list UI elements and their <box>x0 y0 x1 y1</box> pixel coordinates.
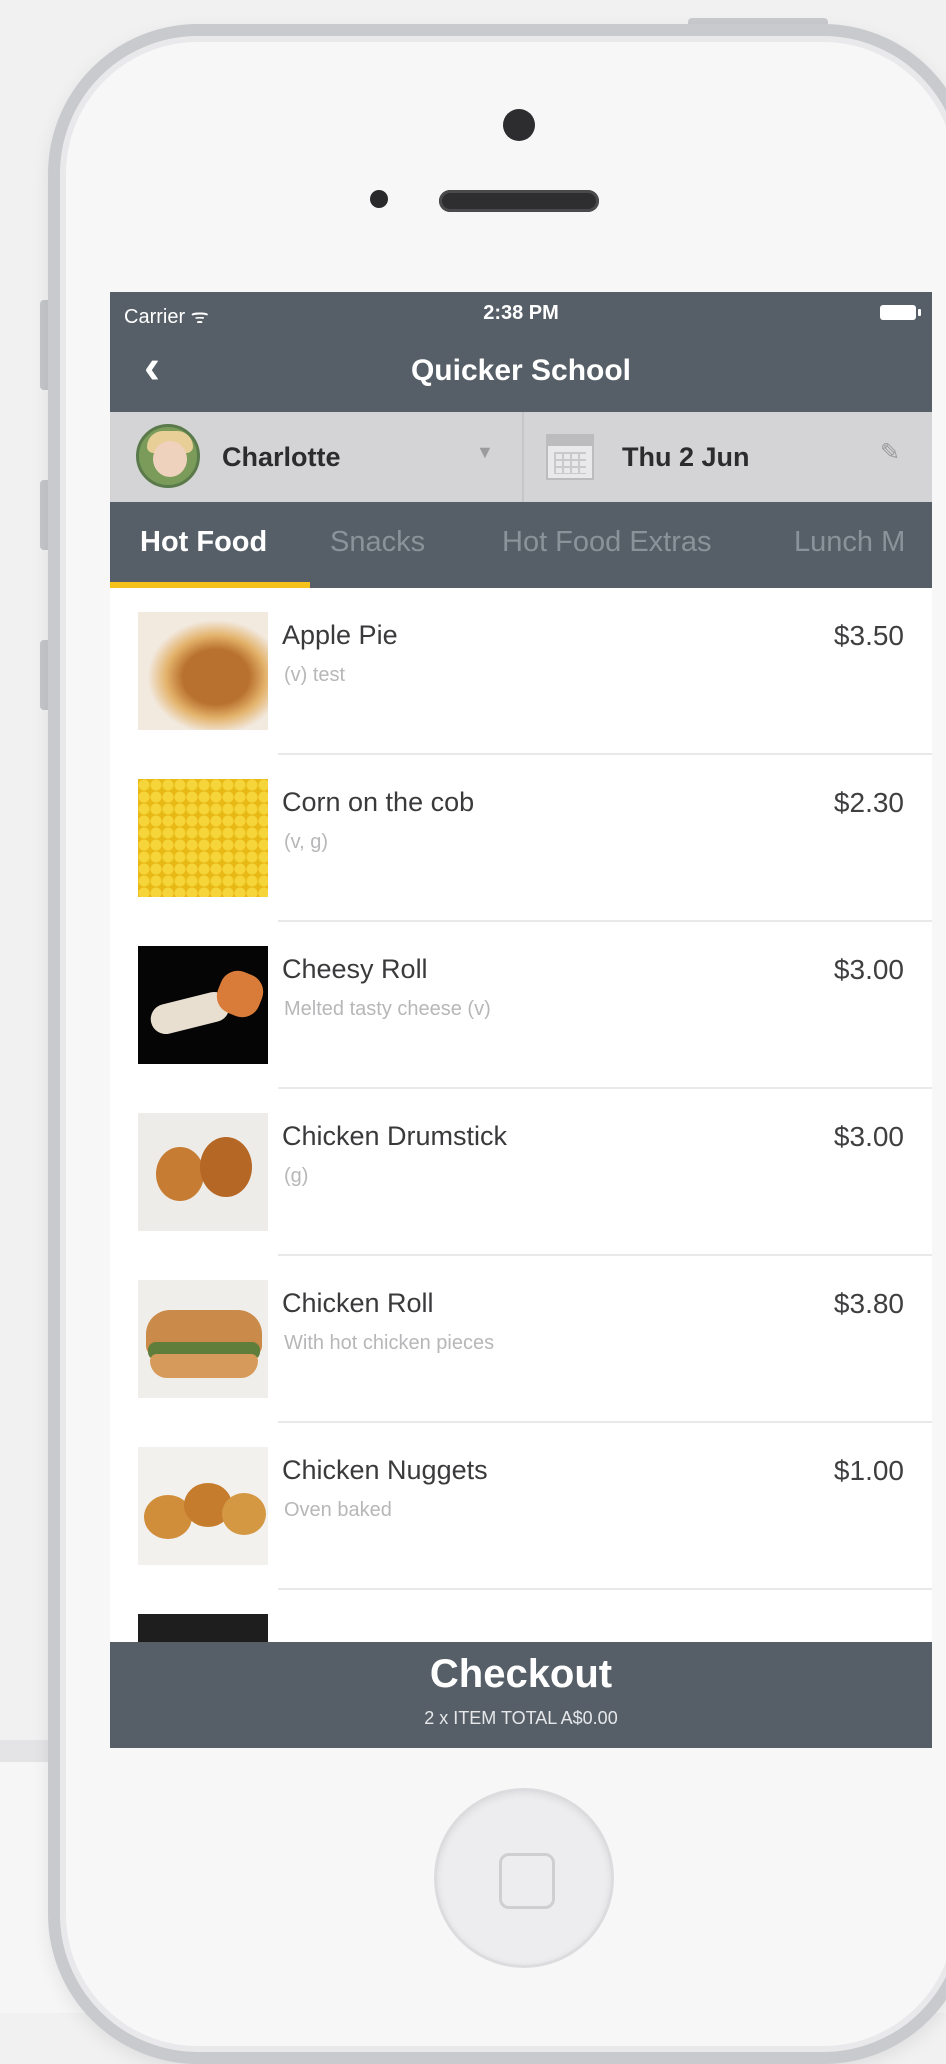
selector-bar: Charlotte ▼ Thu 2 Jun ✎ <box>110 412 932 502</box>
drumstick-image <box>138 1113 268 1231</box>
tab-snacks[interactable]: Snacks <box>330 526 425 559</box>
item-name: Chicken Roll <box>282 1288 434 1318</box>
selector-divider <box>522 412 524 502</box>
corn-image <box>138 779 268 897</box>
pencil-icon[interactable]: ✎ <box>880 438 900 467</box>
status-time: 2:38 PM <box>483 302 559 324</box>
earpiece-speaker <box>439 190 599 212</box>
status-bar: Carrier ᯤ 2:38 PM <box>110 292 932 332</box>
student-name-dropdown[interactable]: Charlotte <box>222 442 341 473</box>
item-description: (g) <box>284 1165 309 1187</box>
item-price: $3.00 <box>833 954 904 985</box>
page-title: Quicker School <box>410 354 632 387</box>
checkout-summary: 2 x ITEM TOTAL A$0.00 <box>424 1708 618 1728</box>
list-item[interactable]: Cheesy Roll Melted tasty cheese (v) $3.0… <box>110 922 932 1089</box>
item-name: Corn on the cob <box>282 787 475 817</box>
item-description: (v) test <box>284 664 346 686</box>
list-item[interactable]: Chicken Nuggets Oven baked $1.00 <box>110 1423 932 1590</box>
checkout-button[interactable]: Checkout 2 x ITEM TOTAL A$0.00 <box>110 1642 932 1748</box>
list-item[interactable]: Chicken Roll With hot chicken pieces $3.… <box>110 1256 932 1423</box>
item-description: Oven baked <box>284 1499 392 1521</box>
roll-bottom-shape <box>150 1354 258 1378</box>
item-name: Cheesy Roll <box>282 954 428 984</box>
nuggets-image <box>138 1447 268 1565</box>
navigation-bar: ‹ Quicker School <box>110 332 932 412</box>
list-item[interactable] <box>110 1590 932 1642</box>
category-tabs: Hot Food Snacks Hot Food Extras Lunch M <box>110 502 932 588</box>
drumstick-shape <box>156 1147 204 1201</box>
tab-hot-food-extras[interactable]: Hot Food Extras <box>502 526 712 559</box>
list-item[interactable]: Apple Pie (v) test $3.50 <box>110 588 932 755</box>
item-name: Chicken Nuggets <box>282 1455 488 1485</box>
list-item[interactable]: Chicken Drumstick (g) $3.00 <box>110 1089 932 1256</box>
home-button[interactable] <box>434 1788 614 1968</box>
tab-lunch[interactable]: Lunch M <box>794 526 905 559</box>
item-name: Chicken Drumstick <box>282 1121 508 1151</box>
item-description: (v, g) <box>284 831 329 853</box>
list-item[interactable]: Corn on the cob (v, g) $2.30 <box>110 755 932 922</box>
calendar-icon[interactable] <box>546 434 594 480</box>
proximity-sensor <box>370 190 388 208</box>
chicken-roll-image <box>138 1280 268 1398</box>
apple-pie-image <box>138 612 268 730</box>
item-price: $3.50 <box>833 620 904 651</box>
item-name: Apple Pie <box>282 620 398 650</box>
drumstick-shape <box>200 1137 252 1197</box>
checkout-label: Checkout <box>429 1652 613 1696</box>
item-description: With hot chicken pieces <box>284 1332 495 1354</box>
home-square-icon <box>499 1853 555 1909</box>
avatar[interactable] <box>136 424 200 488</box>
front-camera <box>503 109 535 141</box>
item-description: Melted tasty cheese (v) <box>284 998 491 1020</box>
item-price: $1.00 <box>833 1455 904 1486</box>
cheesy-roll-image <box>138 946 268 1064</box>
app-screen: Carrier ᯤ 2:38 PM ‹ Quicker School Charl… <box>110 292 932 1748</box>
next-item-image <box>138 1614 268 1642</box>
chevron-down-icon[interactable]: ▼ <box>476 442 494 463</box>
item-price: $2.30 <box>833 787 904 818</box>
item-price: $3.00 <box>833 1121 904 1152</box>
tab-hot-food[interactable]: Hot Food <box>140 526 267 559</box>
item-price: $3.80 <box>833 1288 904 1319</box>
battery-icon <box>880 305 921 320</box>
date-picker[interactable]: Thu 2 Jun <box>622 442 750 473</box>
nugget-shape <box>222 1493 266 1535</box>
menu-list[interactable]: Apple Pie (v) test $3.50 Corn on the cob… <box>110 588 932 1642</box>
avatar-face <box>153 441 187 477</box>
